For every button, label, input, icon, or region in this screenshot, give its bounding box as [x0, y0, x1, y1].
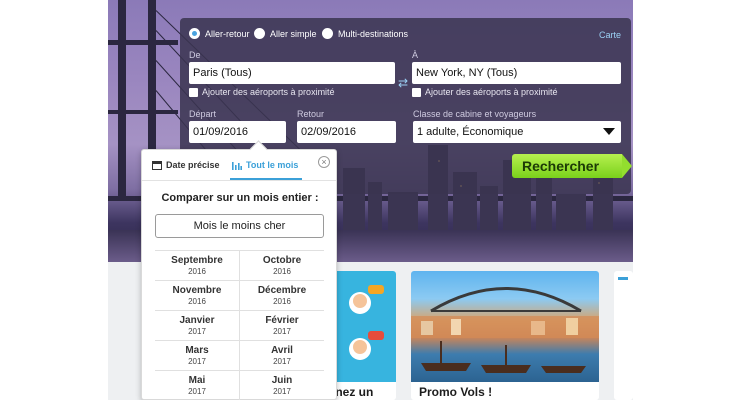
radio-icon: [254, 28, 265, 39]
return-label: Retour: [297, 109, 325, 119]
promo-card-vols[interactable]: Promo Vols !: [411, 271, 599, 400]
to-input[interactable]: New York, NY (Tous): [412, 62, 621, 84]
tab-label: Tout le mois: [246, 160, 299, 170]
tab-exact-date[interactable]: Date précise: [152, 160, 220, 170]
active-tab-indicator: [230, 178, 302, 180]
page: gnez un Promo Vols ! Aller-retour Aller …: [0, 0, 750, 400]
search-button[interactable]: Rechercher: [512, 154, 632, 178]
nearby-airports-from[interactable]: Ajouter des aéroports à proximité: [189, 87, 335, 97]
trip-type-label: Multi-destinations: [338, 28, 409, 39]
nearby-airports-to[interactable]: Ajouter des aéroports à proximité: [412, 87, 558, 97]
month-option[interactable]: Février 2017: [240, 311, 324, 341]
return-date-input[interactable]: 02/09/2016: [297, 121, 396, 143]
month-option[interactable]: Avril 2017: [240, 341, 324, 371]
trip-type-oneway[interactable]: Aller simple: [254, 28, 317, 39]
month-option[interactable]: Septembre 2016: [155, 251, 239, 281]
month-option[interactable]: Juin 2017: [240, 371, 324, 400]
tab-divider: [142, 180, 336, 181]
card-title: Promo Vols !: [419, 385, 493, 399]
month-option[interactable]: Mars 2017: [155, 341, 239, 371]
compare-title: Comparer sur un mois entier :: [161, 192, 319, 204]
close-icon[interactable]: ×: [318, 156, 330, 168]
promo-card-edge[interactable]: [614, 271, 633, 400]
map-link[interactable]: Carte: [599, 30, 621, 40]
radio-icon: [322, 28, 333, 39]
bar-chart-icon: [232, 162, 242, 170]
to-label: À: [412, 50, 419, 60]
radio-checked-icon: [189, 28, 200, 39]
swap-arrows-icon[interactable]: ⇄: [398, 77, 408, 89]
checkbox-icon: [189, 87, 198, 97]
porto-photo: [411, 271, 599, 382]
month-option[interactable]: Mai 2017: [155, 371, 239, 400]
from-label: De: [189, 50, 201, 60]
trip-type-roundtrip[interactable]: Aller-retour: [189, 28, 250, 39]
dropdown-arrow-icon: [603, 128, 615, 135]
cabin-value: 1 adulte, Économique: [417, 126, 524, 138]
checkbox-label: Ajouter des aéroports à proximité: [202, 87, 335, 97]
depart-date-input[interactable]: 01/09/2016: [189, 121, 286, 143]
month-option[interactable]: Décembre 2016: [240, 281, 324, 311]
month-option[interactable]: Octobre 2016: [240, 251, 324, 281]
from-input[interactable]: Paris (Tous): [189, 62, 395, 84]
tab-whole-month[interactable]: Tout le mois: [232, 160, 298, 170]
checkbox-label: Ajouter des aéroports à proximité: [425, 87, 558, 97]
month-option[interactable]: Janvier 2017: [155, 311, 239, 341]
cabin-travellers-select[interactable]: 1 adulte, Économique: [413, 121, 621, 143]
month-grid: Septembre 2016 Octobre 2016 Novembre 2016 D…: [155, 250, 324, 400]
trip-type-multicity[interactable]: Multi-destinations: [322, 28, 408, 39]
cabin-label: Classe de cabine et voyageurs: [413, 109, 537, 119]
checkbox-icon: [412, 87, 421, 97]
month-option[interactable]: Novembre 2016: [155, 281, 239, 311]
trip-type-label: Aller-retour: [205, 28, 250, 39]
calendar-icon: [152, 161, 162, 170]
date-picker-popover: Date précise Tout le mois × Comparer sur…: [141, 149, 337, 400]
depart-label: Départ: [189, 109, 217, 119]
tab-label: Date précise: [166, 160, 220, 170]
cheapest-month-button[interactable]: Mois le moins cher: [155, 214, 324, 238]
trip-type-label: Aller simple: [270, 28, 317, 39]
